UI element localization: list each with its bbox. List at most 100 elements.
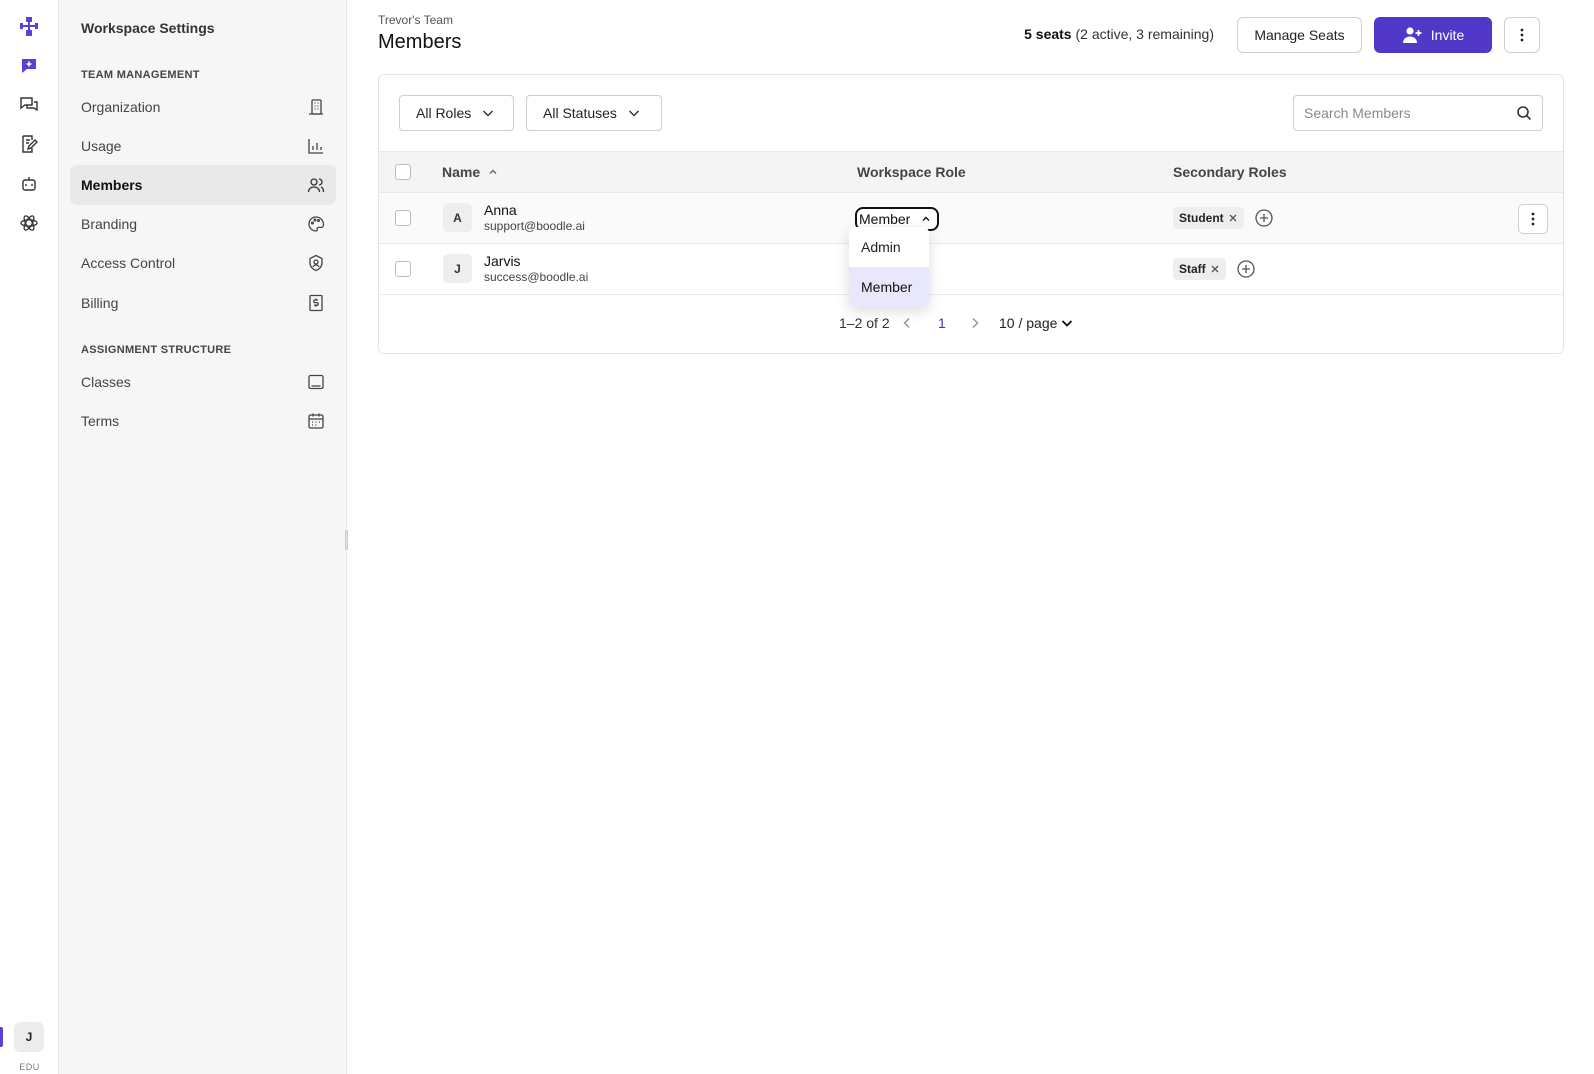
- member-initial-avatar: J: [443, 254, 472, 283]
- invite-label: Invite: [1430, 27, 1465, 43]
- sidebar-item-label: Billing: [81, 295, 119, 311]
- table-row: A Anna support@boodle.ai Member Student: [379, 193, 1563, 244]
- sidebar-item-label: Branding: [81, 216, 138, 232]
- breadcrumb[interactable]: Trevor's Team: [378, 13, 453, 27]
- member-email: support@boodle.ai: [484, 219, 585, 233]
- chevron-left-icon: [903, 317, 910, 329]
- tablet-icon: [308, 374, 324, 390]
- chevron-right-icon: [972, 317, 979, 329]
- statuses-filter-label: All Statuses: [543, 105, 617, 121]
- seats-detail: (2 active, 3 remaining): [1071, 26, 1214, 42]
- add-user-icon: [1402, 27, 1422, 43]
- active-user-indicator: [0, 1027, 3, 1047]
- sidebar-item-organization[interactable]: Organization: [70, 87, 336, 127]
- app-root: J EDU Workspace Settings TEAM MANAGEMENT…: [0, 0, 1594, 1074]
- workspace-role-dropdown: Admin Member: [849, 227, 929, 307]
- column-name[interactable]: Name: [442, 164, 498, 180]
- conversations-icon[interactable]: [17, 93, 41, 117]
- chevron-down-icon: [628, 110, 639, 117]
- sidebar-item-label: Members: [81, 177, 143, 193]
- section-team-management: TEAM MANAGEMENT: [81, 69, 200, 81]
- column-secondary-roles: Secondary Roles: [1173, 164, 1287, 180]
- table-header: Name Workspace Role Secondary Roles: [379, 151, 1563, 193]
- member-name: Jarvis: [484, 253, 521, 269]
- sort-ascending-icon: [489, 169, 497, 174]
- sidebar-item-branding[interactable]: Branding: [70, 204, 336, 244]
- sidebar-item-label: Classes: [81, 374, 131, 390]
- manage-seats-button[interactable]: Manage Seats: [1237, 17, 1362, 53]
- search-box[interactable]: [1293, 95, 1543, 131]
- seats-count: 5 seats: [1024, 26, 1072, 42]
- page-number[interactable]: 1: [938, 315, 946, 331]
- kebab-menu-icon: [1531, 212, 1535, 226]
- sidebar-item-terms[interactable]: Terms: [70, 401, 336, 441]
- calendar-icon: [308, 413, 324, 429]
- atom-icon[interactable]: [17, 211, 41, 235]
- user-avatar[interactable]: J: [14, 1022, 44, 1052]
- next-page-button[interactable]: [965, 313, 985, 333]
- new-chat-icon[interactable]: [17, 54, 41, 78]
- edu-label: EDU: [19, 1062, 40, 1072]
- member-initial-avatar: A: [443, 203, 472, 232]
- pagination-range: 1–2 of 2: [839, 315, 890, 331]
- column-name-label: Name: [442, 164, 481, 180]
- kebab-menu-icon: [1520, 28, 1524, 42]
- section-assignment-structure: ASSIGNMENT STRUCTURE: [81, 344, 232, 356]
- member-name: Anna: [484, 202, 517, 218]
- receipt-icon: [309, 294, 323, 312]
- icon-rail: J EDU: [0, 0, 59, 1074]
- workspace-role-value: Member: [859, 211, 911, 227]
- sidebar-item-label: Usage: [81, 138, 122, 154]
- invite-button[interactable]: Invite: [1374, 17, 1492, 53]
- sidebar-item-members[interactable]: Members: [70, 165, 336, 205]
- shield-icon: [309, 254, 323, 272]
- secondary-role-tag: Student: [1173, 207, 1244, 229]
- row-checkbox[interactable]: [395, 261, 411, 277]
- chevron-up-icon: [922, 216, 930, 221]
- palette-icon: [308, 216, 325, 232]
- sidebar-item-label: Terms: [81, 413, 120, 429]
- bot-icon[interactable]: [17, 172, 41, 196]
- add-secondary-role-icon[interactable]: [1254, 208, 1274, 228]
- sidebar-item-billing[interactable]: Billing: [70, 283, 336, 323]
- role-option-member[interactable]: Member: [849, 267, 929, 307]
- secondary-role-label: Student: [1179, 211, 1224, 225]
- role-option-admin[interactable]: Admin: [849, 227, 929, 267]
- page-title: Members: [378, 31, 462, 53]
- roles-filter-label: All Roles: [416, 105, 472, 121]
- remove-tag-icon[interactable]: [1228, 213, 1238, 223]
- app-logo-icon[interactable]: [17, 14, 41, 38]
- manage-seats-label: Manage Seats: [1254, 27, 1345, 43]
- prev-page-button[interactable]: [897, 313, 917, 333]
- assignments-icon[interactable]: [17, 132, 41, 156]
- member-email: success@boodle.ai: [484, 270, 589, 284]
- table-row: J Jarvis success@boodle.ai Staff: [379, 244, 1563, 295]
- secondary-role-label: Staff: [1179, 262, 1206, 276]
- members-card: All Roles All Statuses Name Workspace Ro…: [378, 74, 1564, 354]
- building-icon: [309, 99, 323, 115]
- roles-filter[interactable]: All Roles: [399, 95, 514, 131]
- sidebar-title: Workspace Settings: [81, 20, 215, 36]
- seats-summary: 5 seats (2 active, 3 remaining): [1024, 26, 1214, 42]
- sidebar-item-access-control[interactable]: Access Control: [70, 243, 336, 283]
- search-input[interactable]: [1304, 105, 1516, 121]
- per-page-label: 10 / page: [999, 315, 1058, 331]
- sidebar-item-label: Organization: [81, 99, 161, 115]
- users-icon: [307, 178, 325, 193]
- sidebar-item-classes[interactable]: Classes: [70, 362, 336, 402]
- search-icon[interactable]: [1516, 105, 1532, 121]
- remove-tag-icon[interactable]: [1210, 264, 1220, 274]
- chevron-down-icon: [483, 110, 494, 117]
- secondary-role-tag: Staff: [1173, 258, 1226, 280]
- select-all-checkbox[interactable]: [395, 164, 411, 180]
- row-checkbox[interactable]: [395, 210, 411, 226]
- main-content: Trevor's Team Members 5 seats (2 active,…: [348, 0, 1594, 1074]
- chart-icon: [308, 139, 323, 154]
- statuses-filter[interactable]: All Statuses: [526, 95, 662, 131]
- add-secondary-role-icon[interactable]: [1236, 259, 1256, 279]
- more-options-button[interactable]: [1504, 17, 1540, 53]
- per-page-select[interactable]: 10 / page: [999, 315, 1074, 331]
- settings-sidebar: Workspace Settings TEAM MANAGEMENT Organ…: [59, 0, 347, 1074]
- sidebar-item-usage[interactable]: Usage: [70, 126, 336, 166]
- row-actions-button[interactable]: [1518, 204, 1548, 234]
